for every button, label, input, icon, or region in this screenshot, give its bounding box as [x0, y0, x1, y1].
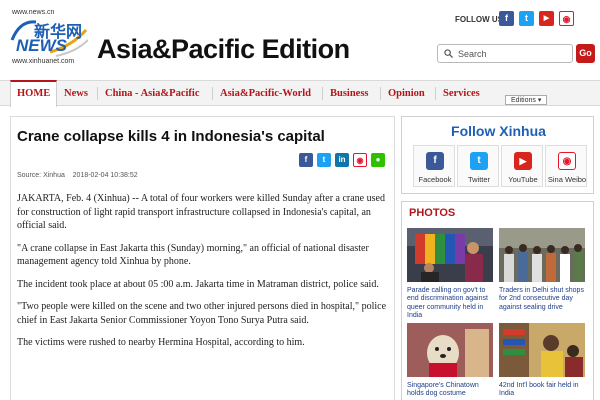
nav-item-asia-pacific-world[interactable]: Asia&Pacific-World: [220, 81, 311, 106]
photo-caption[interactable]: 42nd Int'l book fair held in India: [499, 382, 587, 399]
nav-divider: [322, 87, 323, 100]
facebook-icon[interactable]: f: [299, 153, 313, 167]
photo-caption[interactable]: Singapore's Chinatown holds dog costume: [407, 382, 495, 399]
article-paragraph: "Two people were killed on the scene and…: [17, 301, 387, 326]
follow-xinhua-title: Follow Xinhua: [451, 123, 546, 139]
search-box: [437, 44, 573, 63]
photos-panel: PHOTOS Parade calling on gov't to end di…: [401, 201, 594, 400]
photos-title: PHOTOS: [409, 207, 456, 219]
xinhua-logo[interactable]: 新华网 NEWS: [10, 18, 88, 58]
article-headline: Crane collapse kills 4 in Indonesia's ca…: [17, 128, 325, 145]
facebook-icon[interactable]: f: [499, 11, 514, 26]
follow-youtube-button[interactable]: ▶ YouTube: [501, 145, 543, 187]
traders-photo-image: [499, 228, 585, 282]
photo-caption[interactable]: Parade calling on gov't to end discrimin…: [407, 287, 495, 320]
nav-divider: [97, 87, 98, 100]
linkedin-icon[interactable]: in: [335, 153, 349, 167]
follow-xinhua-panel: Follow Xinhua f Facebook t Twitter ▶ You…: [401, 116, 594, 194]
article-date: 2018-02-04 10:38:52: [72, 172, 138, 179]
edition-title: Asia&Pacific Edition: [97, 34, 350, 64]
article-source: Source: Xinhua: [17, 172, 65, 179]
nav-divider: [380, 87, 381, 100]
nav-item-opinion[interactable]: Opinion: [388, 81, 425, 106]
nav-item-home[interactable]: HOME: [10, 80, 58, 107]
dog-photo-image: [407, 323, 493, 377]
follow-facebook-button[interactable]: f Facebook: [413, 145, 455, 187]
nav-item-news[interactable]: News: [64, 81, 88, 106]
nav-divider: [212, 87, 213, 100]
nav-item-services[interactable]: Services: [443, 81, 480, 106]
logo-domain: www.xinhuanet.com: [12, 58, 75, 65]
article-panel: Crane collapse kills 4 in Indonesia's ca…: [10, 116, 395, 400]
photo-parade[interactable]: [407, 228, 493, 282]
twitter-icon[interactable]: t: [317, 153, 331, 167]
twitter-icon: t: [470, 152, 488, 170]
nav-divider: [435, 87, 436, 100]
parade-photo-image: [407, 228, 493, 282]
youtube-icon[interactable]: ▶: [539, 11, 554, 26]
article-body: JAKARTA, Feb. 4 (Xinhua) -- A total of f…: [17, 192, 389, 359]
photo-book-fair[interactable]: [499, 323, 585, 377]
editions-dropdown[interactable]: Editions ▾: [505, 95, 548, 105]
sina-weibo-icon: ◉: [558, 152, 576, 170]
nav-divider: [56, 87, 57, 100]
follow-item-label: Sina Weibo: [547, 175, 587, 184]
article-paragraph: "A crane collapse in East Jakarta this (…: [17, 242, 369, 268]
photo-traders[interactable]: [499, 228, 585, 282]
logo-news-text: NEWS: [16, 36, 67, 55]
wechat-icon[interactable]: ●: [371, 153, 385, 167]
book-fair-photo-image: [499, 323, 585, 377]
nav-item-china-asia-pacific[interactable]: China - Asia&Pacific: [105, 81, 200, 106]
twitter-icon[interactable]: t: [519, 11, 534, 26]
site-header: www.news.cn 新华网 NEWS www.xinhuanet.com A…: [0, 0, 600, 78]
photo-caption[interactable]: Traders in Delhi shut shops for 2nd cons…: [499, 287, 587, 312]
article-paragraph: JAKARTA, Feb. 4 (Xinhua) -- A total of f…: [17, 193, 385, 231]
follow-sina-weibo-button[interactable]: ◉ Sina Weibo: [545, 145, 587, 187]
article-paragraph: The incident took place at about 05 :00 …: [17, 278, 379, 290]
youtube-icon: ▶: [514, 152, 532, 170]
photo-dog-costume[interactable]: [407, 323, 493, 377]
article-paragraph: The victims were rushed to nearby Hermin…: [17, 337, 305, 348]
search-icon: [444, 49, 453, 58]
sina-weibo-icon[interactable]: ◉: [559, 11, 574, 26]
search-input[interactable]: [458, 47, 568, 61]
facebook-icon: f: [426, 152, 444, 170]
logo-url-text: www.news.cn: [12, 9, 55, 16]
article-meta: Source: Xinhua 2018-02-04 10:38:52: [17, 172, 138, 179]
nav-item-business[interactable]: Business: [330, 81, 369, 106]
follow-twitter-button[interactable]: t Twitter: [457, 145, 499, 187]
weibo-icon[interactable]: ◉: [353, 153, 367, 167]
search-go-button[interactable]: Go: [576, 44, 595, 63]
follow-us-label: FOLLOW US: [455, 15, 503, 24]
